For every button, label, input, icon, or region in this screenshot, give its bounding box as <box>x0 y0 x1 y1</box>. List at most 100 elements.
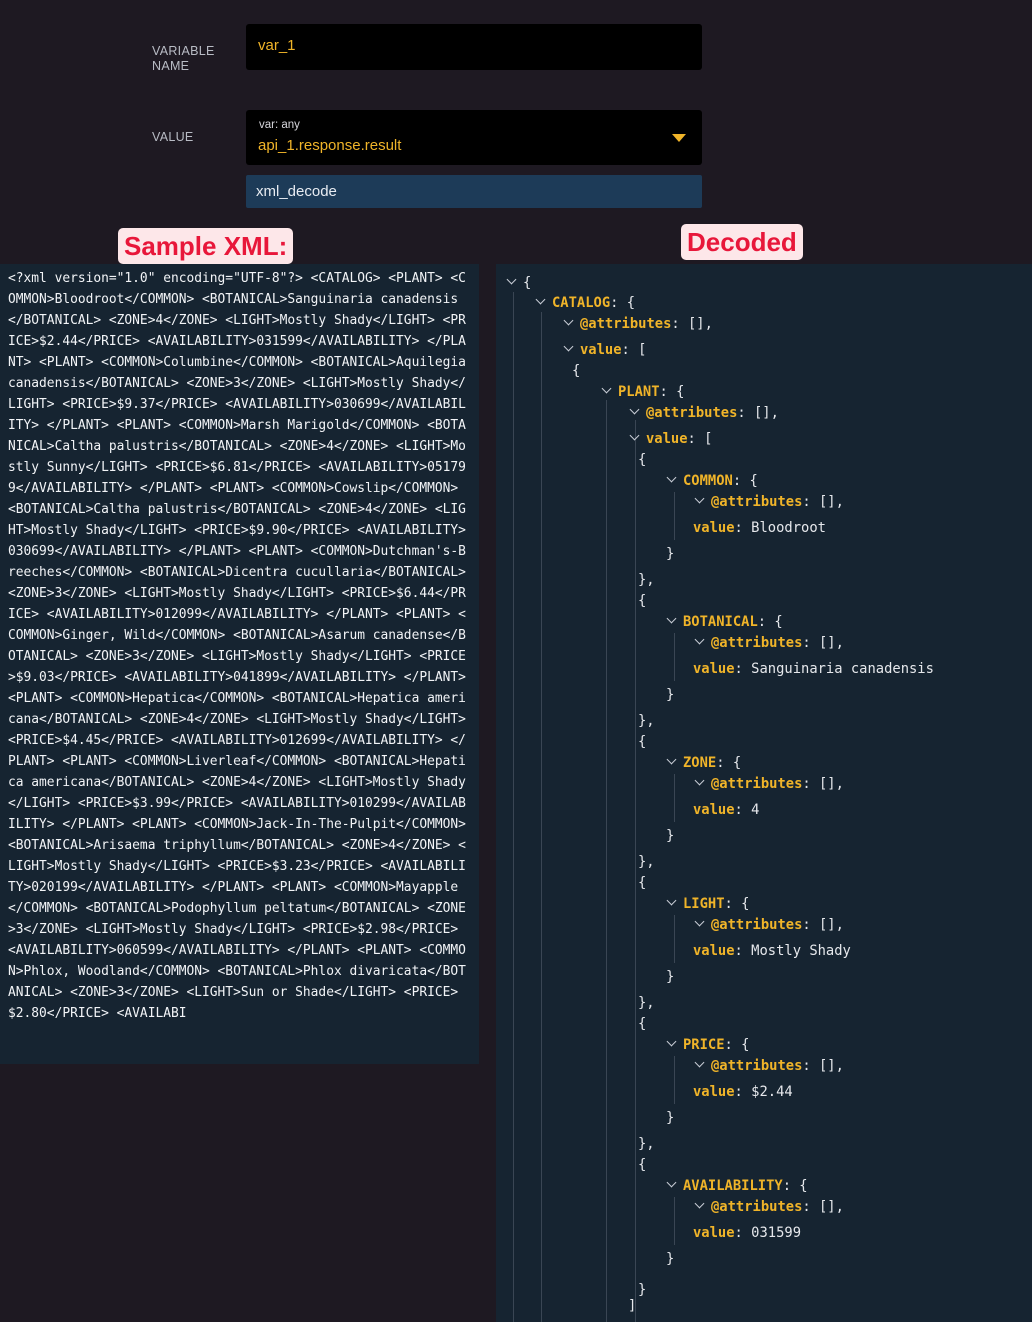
json-punct: : { <box>782 1178 808 1194</box>
json-attributes-line[interactable]: @attributes: [], <box>694 634 844 652</box>
chevron-down-icon[interactable] <box>666 1177 677 1188</box>
chevron-down-icon[interactable] <box>506 274 517 285</box>
json-punct: { <box>638 1157 647 1173</box>
chevron-down-icon[interactable] <box>672 134 686 142</box>
json-key: COMMON <box>683 473 733 489</box>
json-attributes-line[interactable]: @attributes: [], <box>694 493 844 511</box>
json-brace-line: { <box>572 362 580 380</box>
json-key: @attributes <box>580 316 672 332</box>
json-field-value-line: value: 031599 <box>693 1224 801 1242</box>
indent-guide <box>674 1056 675 1104</box>
json-root-line[interactable]: { <box>506 274 531 292</box>
transform-chip[interactable]: xml_decode <box>246 175 702 208</box>
chevron-down-icon[interactable] <box>666 613 677 624</box>
value-type-label: var: any <box>259 119 300 131</box>
chevron-down-icon[interactable] <box>535 294 546 305</box>
json-catalog-line[interactable]: CATALOG: { <box>535 294 636 312</box>
json-brace-line: }, <box>638 853 655 871</box>
json-key: @attributes <box>711 1058 803 1074</box>
json-attributes-line[interactable]: @attributes: [], <box>694 1198 844 1216</box>
json-brace-line: } <box>666 545 674 563</box>
json-punct: [ <box>704 431 713 447</box>
json-punct: : { <box>610 295 636 311</box>
json-key: @attributes <box>711 494 803 510</box>
json-attributes-line[interactable]: @attributes: [], <box>694 916 844 934</box>
json-brace-line: }, <box>638 994 655 1012</box>
json-punct: [], <box>688 316 713 332</box>
json-key: value <box>693 1084 735 1100</box>
json-attributes-line[interactable]: @attributes: [], <box>563 315 713 333</box>
json-bracket-line: ] <box>628 1297 636 1315</box>
json-punct: : <box>737 405 754 421</box>
json-punct: [ <box>638 342 647 358</box>
json-brace-line: } <box>666 686 674 704</box>
chevron-down-icon[interactable] <box>666 1036 677 1047</box>
json-punct: : <box>671 316 688 332</box>
chevron-down-icon[interactable] <box>666 895 677 906</box>
json-value-line[interactable]: value: [ <box>629 430 713 448</box>
indent-guide <box>674 915 675 963</box>
chevron-down-icon[interactable] <box>694 493 705 504</box>
json-punct: } <box>666 969 675 985</box>
chevron-down-icon[interactable] <box>694 916 705 927</box>
json-punct: }, <box>638 995 655 1011</box>
json-brace-line: }, <box>638 571 655 589</box>
chevron-down-icon[interactable] <box>629 430 640 441</box>
json-punct: { <box>638 734 647 750</box>
json-plant-line[interactable]: PLANT: { <box>601 383 684 401</box>
json-field-line[interactable]: AVAILABILITY: { <box>666 1177 808 1195</box>
chevron-down-icon[interactable] <box>694 634 705 645</box>
value-label: VALUE <box>152 130 194 144</box>
json-attributes-line[interactable]: @attributes: [], <box>629 404 779 422</box>
json-brace-line: }, <box>638 712 655 730</box>
chevron-down-icon[interactable] <box>601 383 612 394</box>
json-punct: ] <box>628 1298 637 1314</box>
json-value-line[interactable]: value: [ <box>563 341 647 359</box>
json-punct: : { <box>732 473 758 489</box>
json-key: PRICE <box>683 1037 725 1053</box>
json-punct: : <box>802 917 819 933</box>
chevron-down-icon[interactable] <box>629 404 640 415</box>
json-key: value <box>693 802 735 818</box>
json-brace-line: { <box>638 451 646 469</box>
json-attributes-line[interactable]: @attributes: [], <box>694 1057 844 1075</box>
json-key: @attributes <box>711 635 803 651</box>
chevron-down-icon[interactable] <box>694 1057 705 1068</box>
chevron-down-icon[interactable] <box>694 775 705 786</box>
json-attributes-line[interactable]: @attributes: [], <box>694 775 844 793</box>
json-punct: [], <box>819 917 844 933</box>
json-field-line[interactable]: ZONE: { <box>666 754 741 772</box>
sample-xml-annotation: Sample XML: <box>118 228 294 264</box>
variable-name-field[interactable]: var_1 <box>246 24 702 70</box>
value-expression: api_1.response.result <box>258 137 402 154</box>
chevron-down-icon[interactable] <box>694 1198 705 1209</box>
json-brace-line: { <box>638 592 646 610</box>
chevron-down-icon[interactable] <box>563 341 574 352</box>
json-field-line[interactable]: COMMON: { <box>666 472 758 490</box>
json-punct: [], <box>819 635 844 651</box>
json-punct: : <box>734 802 752 818</box>
chevron-down-icon[interactable] <box>666 472 677 483</box>
json-key: ZONE <box>683 755 717 771</box>
json-punct: : <box>802 776 819 792</box>
indent-guide <box>674 492 675 540</box>
json-punct: [], <box>819 1058 844 1074</box>
indent-guide <box>674 633 675 681</box>
json-punct: } <box>666 546 675 562</box>
json-key: @attributes <box>711 917 803 933</box>
indent-guide <box>606 400 607 1322</box>
chevron-down-icon[interactable] <box>563 315 574 326</box>
value-select[interactable]: var: any api_1.response.result <box>246 110 702 165</box>
json-key: @attributes <box>711 776 803 792</box>
decoded-json-panel[interactable]: {CATALOG: {@attributes: [], value: [{PLAN… <box>496 264 1032 1322</box>
chevron-down-icon[interactable] <box>666 754 677 765</box>
json-field-line[interactable]: PRICE: { <box>666 1036 749 1054</box>
json-field-value-line: value: 4 <box>693 801 759 819</box>
indent-guide <box>674 1197 675 1245</box>
json-punct: : <box>734 1225 752 1241</box>
json-field-line[interactable]: LIGHT: { <box>666 895 749 913</box>
json-key: value <box>693 943 735 959</box>
json-field-line[interactable]: BOTANICAL: { <box>666 613 783 631</box>
json-punct: } <box>638 1282 647 1298</box>
json-punct: : <box>687 431 705 447</box>
